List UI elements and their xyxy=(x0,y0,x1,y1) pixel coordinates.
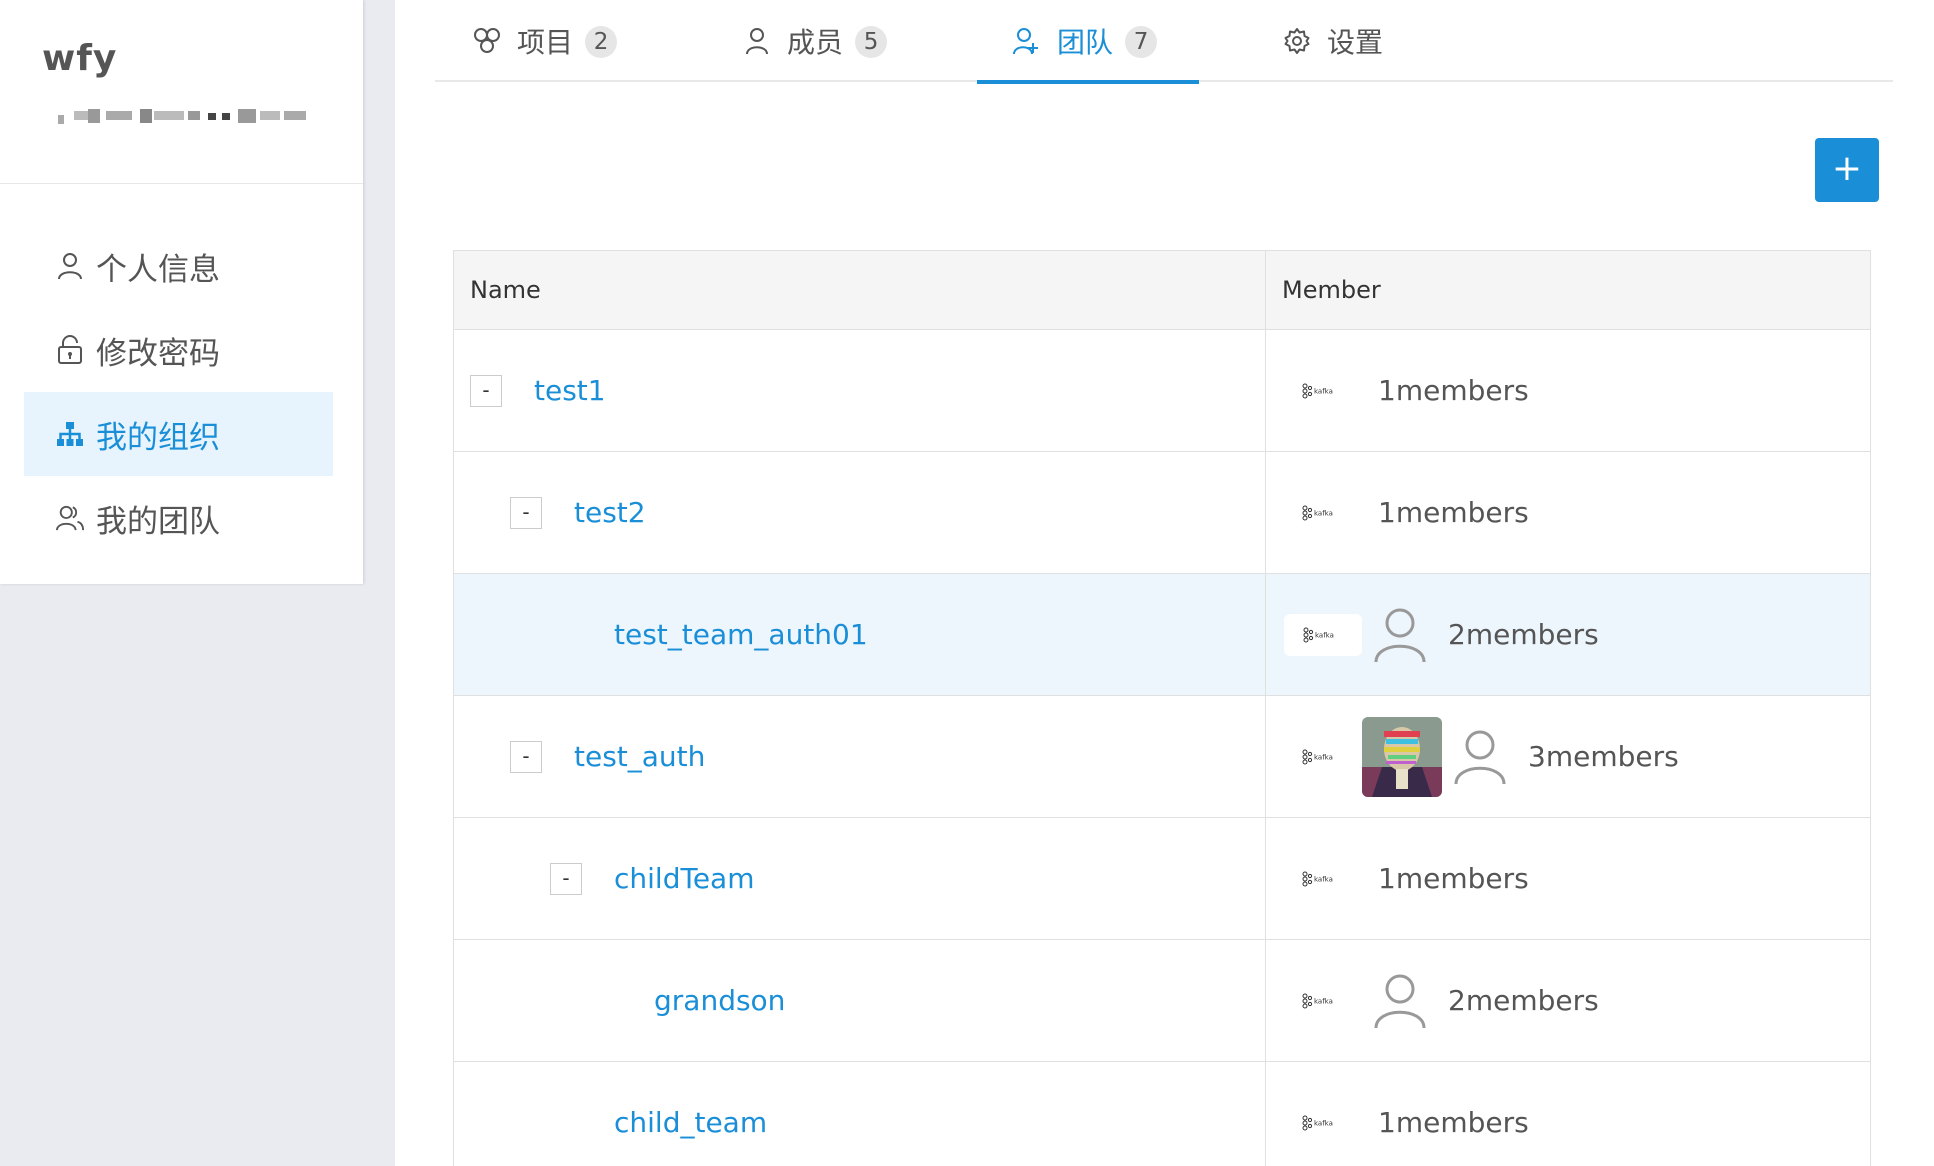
sidebar-menu: 个人信息 修改密码 我的组织 我的团队 xyxy=(0,184,363,560)
user-avatar-image xyxy=(1362,716,1442,797)
team-name-cell: - childTeam xyxy=(454,818,1266,939)
sidebar-item-my-team[interactable]: 我的团队 xyxy=(24,476,333,560)
member-count: 1members xyxy=(1378,496,1529,529)
kafka-logo-icon: kafka xyxy=(1302,503,1342,523)
member-cell: kafka 1members xyxy=(1266,818,1870,939)
member-cell: kafka 1members xyxy=(1266,330,1870,451)
tab-bar: 项目 2 成员 5 团队 7 设置 xyxy=(435,0,1893,84)
team-icon xyxy=(56,503,84,533)
tab-teams[interactable]: 团队 7 xyxy=(976,26,1200,84)
table-row: - test1 kafka 1members xyxy=(454,330,1870,452)
table-row: - test2 kafka 1members xyxy=(454,452,1870,574)
member-cell: kafka 3members xyxy=(1266,696,1870,817)
tab-count-badge: 2 xyxy=(585,26,618,58)
table-header: Name Member xyxy=(454,251,1870,330)
team-link[interactable]: grandson xyxy=(654,984,785,1017)
member-count: 3members xyxy=(1528,740,1679,773)
table-row: child_team kafka 1members xyxy=(454,1062,1870,1166)
kafka-logo-icon: kafka xyxy=(1302,747,1342,767)
svg-text:kafka: kafka xyxy=(1314,1119,1333,1127)
user-email-redacted xyxy=(58,109,306,124)
table-row: test_team_auth01 kafka 2members xyxy=(454,574,1870,696)
tab-count-badge: 7 xyxy=(1125,26,1158,58)
team-name-cell: child_team xyxy=(454,1062,1266,1166)
sidebar: wfy 个人信息 修改密码 我的组织 我的团队 xyxy=(0,0,363,584)
member-cell: kafka 1members xyxy=(1266,452,1870,573)
project-icon xyxy=(473,26,501,56)
team-link[interactable]: child_team xyxy=(614,1106,767,1139)
team-name-cell: test_team_auth01 xyxy=(454,574,1266,695)
collapse-toggle[interactable]: - xyxy=(510,497,542,529)
member-cell: kafka 2members xyxy=(1266,940,1870,1061)
svg-text:kafka: kafka xyxy=(1314,875,1333,883)
kafka-logo-icon: kafka xyxy=(1302,1113,1342,1133)
user-icon xyxy=(56,251,84,281)
user-name: wfy xyxy=(42,38,118,79)
sidebar-item-label: 个人信息 xyxy=(96,251,220,288)
sidebar-item-label: 修改密码 xyxy=(96,335,220,372)
tab-projects[interactable]: 项目 2 xyxy=(473,26,618,82)
team-name-cell: - test1 xyxy=(454,330,1266,451)
org-icon xyxy=(56,419,84,449)
sidebar-item-password[interactable]: 修改密码 xyxy=(24,308,333,392)
kafka-logo-icon: kafka xyxy=(1302,381,1342,401)
gear-icon xyxy=(1283,26,1311,56)
team-link[interactable]: test_team_auth01 xyxy=(614,618,868,651)
team-name-cell: - test2 xyxy=(454,452,1266,573)
team-link[interactable]: childTeam xyxy=(614,862,754,895)
lock-icon xyxy=(56,335,84,365)
member-count: 2members xyxy=(1448,984,1599,1017)
member-count: 2members xyxy=(1448,618,1599,651)
collapse-toggle[interactable]: - xyxy=(470,375,502,407)
member-count: 1members xyxy=(1378,374,1529,407)
sidebar-item-label: 我的团队 xyxy=(96,503,220,540)
column-header-member: Member xyxy=(1282,276,1381,304)
collapse-toggle[interactable]: - xyxy=(510,741,542,773)
sidebar-item-profile[interactable]: 个人信息 xyxy=(24,224,333,308)
svg-text:kafka: kafka xyxy=(1314,387,1333,395)
sidebar-item-organization[interactable]: 我的组织 xyxy=(24,392,333,476)
tab-members[interactable]: 成员 5 xyxy=(743,26,888,82)
user-icon xyxy=(743,26,771,56)
kafka-logo-icon: kafka xyxy=(1302,991,1342,1011)
tab-settings[interactable]: 设置 xyxy=(1283,26,1383,82)
svg-text:kafka: kafka xyxy=(1314,753,1333,761)
team-link[interactable]: test1 xyxy=(534,374,606,407)
team-name-cell: - test_auth xyxy=(454,696,1266,817)
main-content: 项目 2 成员 5 团队 7 设置 + Name Member - test1 … xyxy=(395,0,1934,1166)
member-count: 1members xyxy=(1378,1106,1529,1139)
team-icon xyxy=(1013,26,1041,56)
tab-label: 设置 xyxy=(1327,26,1384,59)
member-cell: kafka 1members xyxy=(1266,1062,1870,1166)
column-header-name: Name xyxy=(454,251,1266,329)
member-cell: kafka 2members xyxy=(1266,574,1870,695)
kafka-logo-icon: kafka xyxy=(1284,613,1362,656)
team-name-cell: grandson xyxy=(454,940,1266,1061)
svg-text:kafka: kafka xyxy=(1315,631,1334,639)
user-avatar-icon xyxy=(1372,607,1428,663)
tab-label: 团队 xyxy=(1057,26,1114,59)
table-row: - test_auth kafka 3members xyxy=(454,696,1870,818)
user-avatar-icon xyxy=(1452,729,1508,785)
collapse-toggle[interactable]: - xyxy=(550,863,582,895)
kafka-logo-icon: kafka xyxy=(1302,869,1342,889)
user-profile: wfy xyxy=(0,0,363,184)
svg-text:kafka: kafka xyxy=(1314,509,1333,517)
table-row: - childTeam kafka 1members xyxy=(454,818,1870,940)
tab-count-badge: 5 xyxy=(855,26,888,58)
team-table: Name Member - test1 kafka 1members - tes… xyxy=(453,250,1871,1166)
sidebar-item-label: 我的组织 xyxy=(96,419,220,456)
table-row: grandson kafka 2members xyxy=(454,940,1870,1062)
add-team-button[interactable]: + xyxy=(1815,138,1879,202)
svg-text:kafka: kafka xyxy=(1314,997,1333,1005)
tab-label: 成员 xyxy=(787,26,844,59)
team-link[interactable]: test_auth xyxy=(574,740,705,773)
user-avatar-icon xyxy=(1372,973,1428,1029)
team-link[interactable]: test2 xyxy=(574,496,646,529)
member-count: 1members xyxy=(1378,862,1529,895)
tab-label: 项目 xyxy=(517,26,574,59)
